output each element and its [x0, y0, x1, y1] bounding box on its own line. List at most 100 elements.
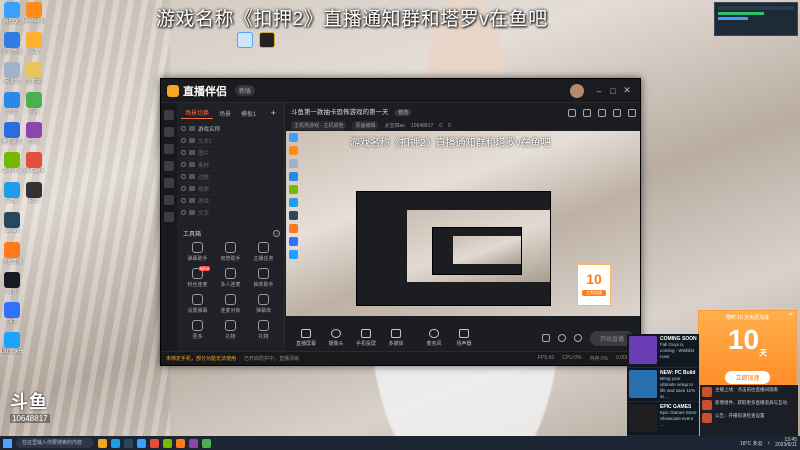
desktop-icon[interactable]: Edge	[2, 182, 22, 208]
status-warning[interactable]: 未绑定手机，部分功能无法使用	[166, 355, 236, 362]
microphone-button[interactable]: 麦克风	[420, 329, 448, 347]
scene-item[interactable]: 视频	[181, 183, 280, 195]
close-button[interactable]: ✕	[620, 85, 634, 96]
tab-scene-switch[interactable]: 场景切换	[181, 107, 214, 119]
version-tag[interactable]: 新版	[235, 85, 256, 96]
tab-template[interactable]: 模板1	[237, 108, 260, 119]
tool-item[interactable]: 礼物	[214, 320, 247, 340]
taskbar-app-icon[interactable]	[137, 438, 146, 448]
tool-item[interactable]: 连麦对象	[214, 294, 247, 314]
room-meta-item[interactable]: 主机类游戏 · 主机其他	[291, 121, 347, 130]
share-screen-icon[interactable]	[583, 109, 591, 117]
desktop-icon[interactable]: taskbarqudon	[23, 2, 45, 28]
desktop-icon[interactable]: WeGame	[23, 152, 45, 178]
rail-settings-icon[interactable]	[164, 212, 174, 222]
volume-icon[interactable]: ♪	[768, 440, 771, 446]
user-icon[interactable]	[598, 109, 606, 117]
desktop-icon[interactable]: 企业微信	[2, 32, 22, 58]
tool-item[interactable]: NEW 粉丝连麦	[181, 266, 214, 288]
rail-chart-icon[interactable]	[164, 178, 174, 188]
scene-item[interactable]: 图片	[181, 147, 280, 159]
tool-item[interactable]: 主播任务	[247, 242, 280, 262]
eye-icon[interactable]	[181, 186, 186, 191]
desktop-icon[interactable]: 飞书	[2, 302, 22, 328]
room-meta-item[interactable]: 原画编辑	[352, 121, 379, 130]
media-button[interactable]: 多媒体	[382, 329, 410, 347]
screen-capture-button[interactable]: 直播屏幕	[292, 329, 320, 347]
tool-item[interactable]: 礼物	[247, 320, 280, 340]
desktop-icon[interactable]: 腾讯QQ	[2, 2, 22, 28]
taskbar-app-icon[interactable]	[98, 438, 107, 448]
eye-icon[interactable]	[181, 126, 186, 131]
desktop-icon[interactable]: 腾讯会议	[2, 122, 22, 148]
news-item[interactable]: NEW: PC Build Bring your ultimate setup t…	[627, 368, 699, 402]
desktop-icon[interactable]: 图片	[24, 92, 44, 118]
rail-gift-icon[interactable]	[164, 161, 174, 171]
bell-icon[interactable]	[613, 109, 621, 117]
windows-start-icon[interactable]	[3, 438, 12, 448]
ad-cta-button[interactable]: 立即加速	[725, 370, 770, 384]
tool-item[interactable]: 房管助手	[214, 242, 247, 262]
tool-item[interactable]: 设置弹幕	[181, 294, 214, 314]
maximize-button[interactable]: □	[606, 86, 620, 96]
taskbar-app-icon[interactable]	[202, 438, 211, 448]
record-icon[interactable]	[541, 334, 550, 342]
scene-item[interactable]: 文本1	[181, 135, 280, 147]
tool-item[interactable]: 更多	[181, 320, 214, 340]
taskbar-app-icon[interactable]	[124, 438, 133, 448]
eye-icon[interactable]	[181, 198, 186, 203]
desktop-icon[interactable]: 迅雷	[2, 92, 22, 118]
rail-tools-icon[interactable]	[164, 144, 174, 154]
tool-item[interactable]: 多人连麦	[214, 268, 247, 288]
rail-user-icon[interactable]	[164, 195, 174, 205]
floating-app-icon-blue[interactable]	[237, 32, 253, 48]
ad-close-button[interactable]: ×	[789, 312, 793, 318]
tool-item[interactable]: 弹幕库	[247, 294, 280, 314]
network-widget[interactable]	[714, 2, 798, 36]
accelerator-ad[interactable]: × 限时 10 天免费加速 10天 立即加速	[698, 310, 797, 392]
scene-item[interactable]: 游戏	[181, 195, 280, 207]
news-item[interactable]: COMING SOON Fall Guys is coming - Wishlis…	[627, 334, 699, 368]
scene-item[interactable]: 边框	[181, 171, 280, 183]
desktop-icon[interactable]: 斗鱼直播	[2, 242, 22, 268]
floating-app-icon-w[interactable]	[259, 32, 275, 48]
scene-item[interactable]: 游戏名称	[181, 123, 280, 135]
camera-button[interactable]: 摄像头	[322, 329, 350, 347]
desktop-icon[interactable]: 游戏	[24, 122, 44, 148]
phone-cast-button[interactable]: 手机投屏	[352, 329, 380, 347]
desktop-icon[interactable]: Epic	[24, 182, 44, 208]
desktop-icon[interactable]: 回收站	[2, 62, 22, 88]
room-title[interactable]: 斗鱼第一款抽卡恐怖游戏的第一天	[291, 109, 389, 116]
taskbar-search-input[interactable]: 在这里输入你要搜索的内容	[16, 438, 94, 448]
eye-icon[interactable]	[181, 162, 186, 167]
rail-home-icon[interactable]	[164, 110, 174, 120]
desktop-icon[interactable]: 抖音	[2, 272, 22, 298]
desktop-icon[interactable]: Steam	[2, 212, 22, 238]
help-icon[interactable]	[557, 334, 566, 342]
desktop-icon[interactable]: 文件夹	[24, 62, 44, 88]
edit-title-button[interactable]: 修改	[395, 109, 412, 116]
clock[interactable]: 13:45 2023/6/11	[775, 437, 797, 449]
speaker-button[interactable]: 扬声器	[450, 329, 478, 347]
weather-readout[interactable]: 18°C 多云	[740, 440, 763, 447]
tab-scene[interactable]: 场景	[215, 108, 235, 119]
notification-item[interactable]: 公告：开播前请检查设置	[702, 413, 796, 423]
user-avatar[interactable]	[570, 83, 584, 98]
eye-icon[interactable]	[181, 210, 186, 215]
rail-scene-icon[interactable]	[164, 127, 174, 137]
notification-item[interactable]: 主播上线：点击前往直播间观看	[702, 387, 796, 397]
settings-icon[interactable]	[573, 334, 582, 342]
taskbar-app-icon[interactable]	[176, 438, 185, 448]
scene-item[interactable]: 素材	[181, 159, 280, 171]
add-tab-button[interactable]: +	[267, 107, 280, 119]
eye-icon[interactable]	[181, 138, 186, 143]
tools-more-icon[interactable]: …	[273, 230, 280, 237]
stream-preview[interactable]: 游戏名称《扣押2》直播通知群和塔罗v在鱼吧 10 立即加速	[286, 131, 640, 316]
notification-item[interactable]: 新增组件，获取更多直播道具与互动	[702, 400, 796, 410]
taskbar-app-icon[interactable]	[111, 438, 120, 448]
eye-icon[interactable]	[181, 150, 186, 155]
taskbar-app-icon[interactable]	[163, 438, 172, 448]
taskbar-app-icon[interactable]	[189, 438, 198, 448]
gift-icon[interactable]	[568, 109, 576, 117]
desktop-icon[interactable]: 设置	[24, 32, 44, 58]
